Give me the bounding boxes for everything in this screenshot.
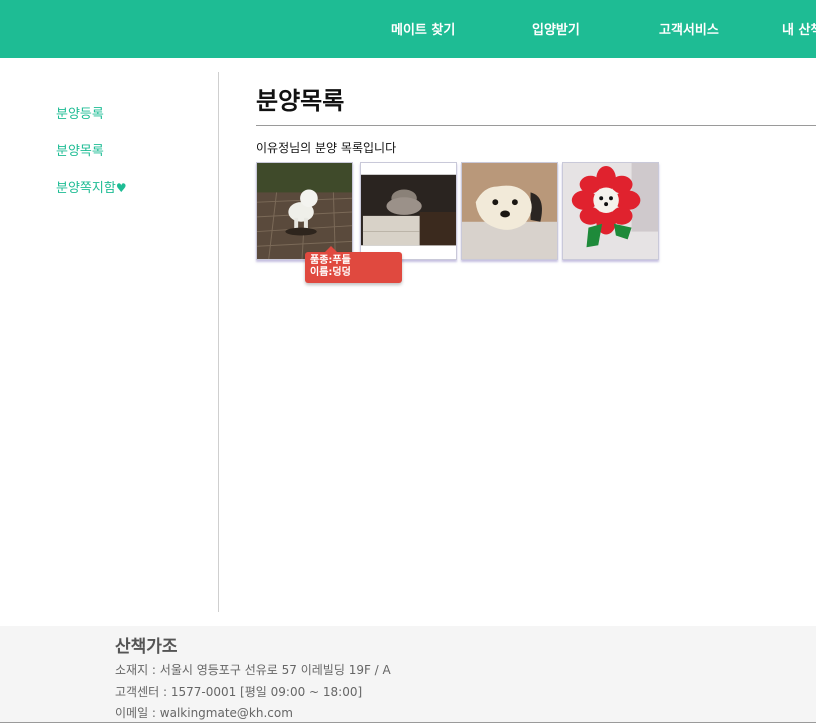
white-dog-photo [257, 163, 352, 259]
top-navigation-bar: 메이트 찾기 입양받기 고객서비스 내 산책 [0, 0, 816, 58]
nav-item-my-walk[interactable]: 내 산책 [782, 19, 816, 38]
title-divider [256, 125, 816, 126]
footer: 산책가조 소재지 : 서울시 영등포구 선유로 57 이레빌딩 19F / A … [0, 626, 816, 723]
cat-photo [361, 163, 456, 259]
footer-email: 이메일 : walkingmate@kh.com [115, 706, 293, 720]
pet-thumbnail[interactable] [562, 162, 659, 260]
heart-icon: ♥ [115, 181, 127, 195]
sidebar-item-adoption-messages[interactable]: 분양쪽지함♥ [56, 177, 127, 196]
dog-portrait-photo [462, 163, 557, 259]
dog-flower-costume-photo [563, 163, 658, 259]
pet-thumbnail[interactable] [256, 162, 353, 260]
pet-thumbnail[interactable] [360, 162, 457, 260]
nav-item-adoption[interactable]: 입양받기 [532, 19, 580, 38]
pet-thumbnail[interactable] [461, 162, 558, 260]
tooltip-name: 이름:덩덩 [310, 267, 351, 278]
sidebar-item-label: 분양쪽지함 [56, 181, 116, 196]
footer-phone: 고객센터 : 1577-0001 [평일 09:00 ~ 18:00] [115, 685, 363, 699]
list-description: 이유정님의 분양 목록입니다 [256, 141, 397, 155]
nav-item-customer-service[interactable]: 고객서비스 [659, 19, 719, 38]
nav-item-find-mate[interactable]: 메이트 찾기 [391, 19, 455, 38]
pet-info-tooltip: 품종:푸들 이름:덩덩 [305, 246, 402, 283]
tooltip-breed: 품종:푸들 [310, 255, 351, 266]
sidebar-item-adoption-list[interactable]: 분양목록 [56, 140, 104, 159]
footer-address: 소재지 : 서울시 영등포구 선유로 57 이레빌딩 19F / A [115, 663, 391, 677]
footer-brand: 산책가조 [115, 637, 178, 657]
sidebar-item-adoption-register[interactable]: 분양등록 [56, 103, 104, 122]
sidebar: 분양등록 분양목록 분양쪽지함♥ [0, 72, 219, 612]
page-title: 분양목록 [256, 87, 345, 115]
